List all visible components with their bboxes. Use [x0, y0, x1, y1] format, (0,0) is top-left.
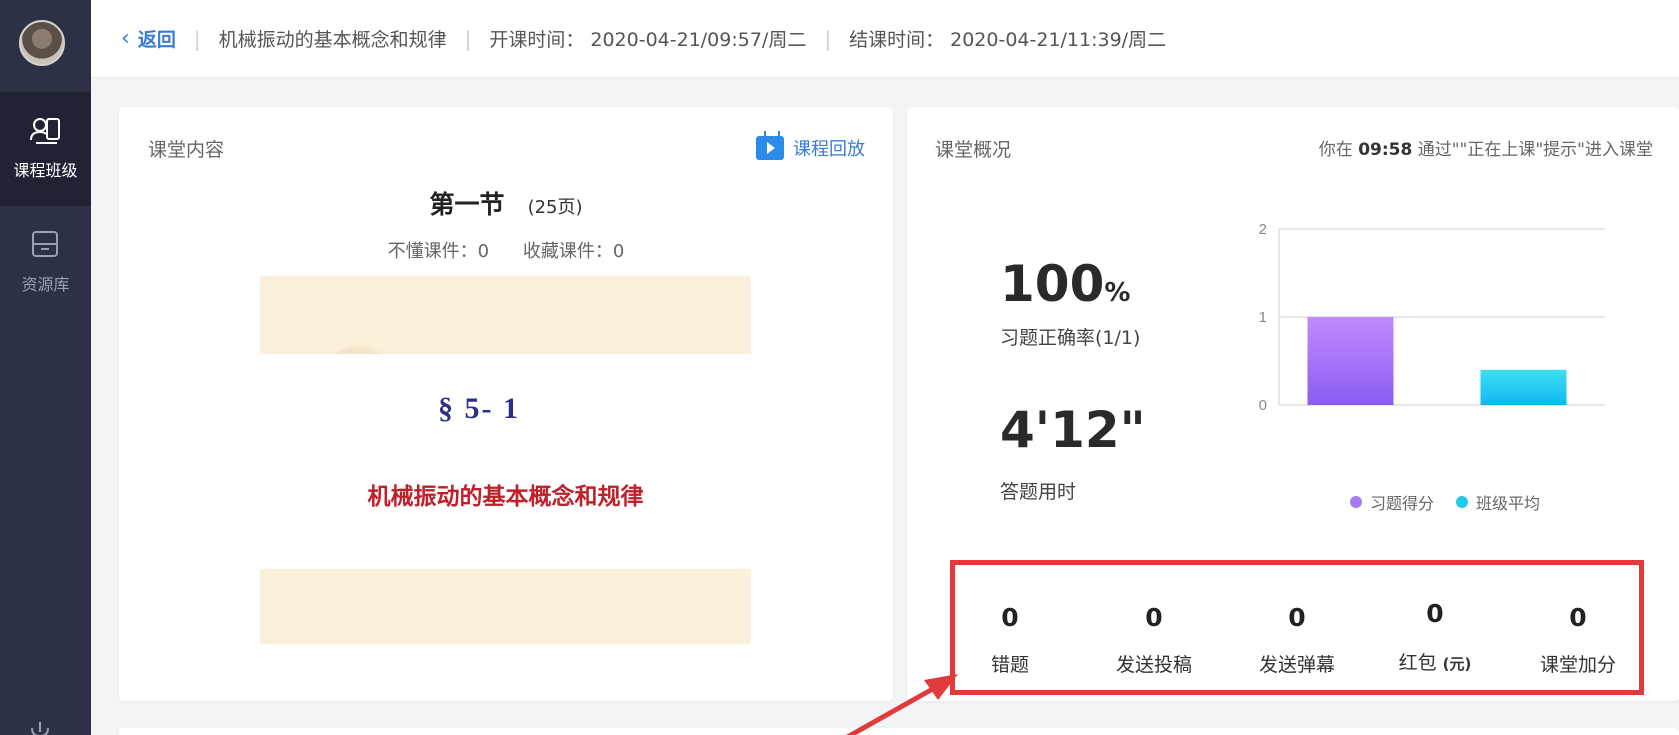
arrival-prefix: 你在 — [1318, 140, 1353, 160]
start-time: 2020-04-21/09:57/周二 — [590, 29, 807, 51]
accuracy-value: 100 — [1000, 255, 1105, 313]
stat-label: 课堂加分 — [1539, 654, 1616, 676]
stat-unit: (元) — [1442, 655, 1472, 673]
arrival-note: 你在 09:58 通过""正在上课"提示"进入课堂 — [1319, 135, 1653, 160]
score-chart: 0 1 2 — [1259, 221, 1605, 414]
stat-bonus-points: 0 课堂加分 — [1513, 603, 1643, 677]
duration-label: 答题用时 — [1000, 481, 1077, 503]
chart-legend: 习题得分 班级平均 — [1350, 490, 1562, 514]
back-label: 返回 — [137, 29, 176, 51]
divider: | — [824, 26, 832, 51]
legend-dot — [1350, 496, 1362, 508]
sidebar: 课程班级 资源库 — [0, 0, 91, 735]
stat-value: 0 — [1426, 599, 1444, 628]
slide-stats: 不懂课件：0 收藏课件：0 — [119, 237, 893, 263]
end-label: 结课时间： — [849, 29, 945, 51]
accuracy-label: 习题正确率(1/1) — [1000, 327, 1141, 349]
card-title: 课堂内容 — [148, 139, 225, 161]
sidebar-item-library[interactable]: 资源库 — [0, 206, 91, 320]
y-tick-label: 0 — [1259, 397, 1267, 414]
class-overview-card: 课堂概况 你在 09:58 通过""正在上课"提示"进入课堂 100% 习题正确… — [907, 107, 1679, 701]
duration-metric: 4'12" 答题用时 — [1000, 405, 1146, 504]
arrival-suffix: 通过""正在上课"提示"进入课堂 — [1417, 140, 1653, 160]
y-tick-label: 1 — [1259, 309, 1267, 326]
section-heading: 第一节 (25页) — [119, 185, 893, 221]
legend-item: 习题得分 — [1350, 490, 1434, 514]
stat-value: 0 — [1001, 603, 1019, 632]
divider: | — [193, 26, 201, 51]
legend-dot — [1456, 496, 1469, 508]
favorited-label: 收藏课件： — [522, 241, 613, 262]
top-header: ‹ 返回 | 机械振动的基本概念和规律 | 开课时间： 2020-04-21/0… — [91, 0, 1679, 78]
back-button[interactable]: ‹ 返回 — [121, 25, 176, 52]
card-title: 课堂概况 — [935, 139, 1012, 161]
stat-label: 发送投稿 — [1115, 654, 1192, 676]
end-time: 2020-04-21/11:39/周二 — [950, 29, 1167, 51]
divider: | — [464, 26, 472, 51]
not-understood-label: 不懂课件： — [387, 241, 478, 262]
stats-highlight-box: 0 错题 0 发送投稿 0 发送弹幕 0 红包 (元) 0 课堂加分 — [950, 560, 1644, 695]
section-name: 第一节 — [429, 190, 505, 219]
favorited-stat: 收藏课件：0 — [523, 241, 624, 262]
not-understood-value: 0 — [477, 241, 490, 262]
tv-icon — [756, 136, 784, 160]
stat-red-packet: 0 红包 (元) — [1370, 599, 1500, 675]
course-title: 机械振动的基本概念和规律 — [218, 29, 447, 51]
arrival-time: 09:58 — [1358, 140, 1413, 160]
sidebar-item-label: 资源库 — [21, 275, 70, 294]
start-label: 开课时间： — [489, 29, 585, 51]
slide-thumbnail[interactable]: § 5- 1 机械振动的基本概念和规律 — [260, 276, 751, 644]
class-icon — [30, 118, 60, 144]
slide-title: 机械振动的基本概念和规律 — [367, 483, 644, 510]
library-icon — [32, 231, 58, 257]
stat-value: 0 — [1288, 603, 1306, 632]
stat-danmaku: 0 发送弹幕 — [1232, 603, 1362, 677]
sidebar-item-label: 课程班级 — [13, 161, 78, 180]
bar-class-average — [1480, 369, 1567, 405]
legend-label: 班级平均 — [1476, 494, 1541, 513]
bar-score — [1307, 317, 1394, 405]
avatar[interactable] — [19, 20, 65, 66]
annotation-arrow — [845, 674, 958, 735]
replay-button[interactable]: 课程回放 — [756, 135, 865, 161]
stat-value: 0 — [1145, 603, 1163, 632]
class-content-card: 课堂内容 课程回放 第一节 (25页) 不懂课件：0 收藏课件：0 § 5- 1… — [119, 107, 893, 701]
chevron-left-icon: ‹ — [121, 26, 130, 51]
favorited-value: 0 — [612, 241, 625, 262]
power-icon[interactable] — [28, 722, 52, 735]
legend-item: 班级平均 — [1456, 490, 1540, 514]
replay-label: 课程回放 — [793, 139, 865, 160]
y-tick-label: 2 — [1259, 221, 1267, 238]
duration-value: 4'12" — [1000, 401, 1146, 459]
not-understood-stat: 不懂课件：0 — [388, 241, 489, 262]
stat-submissions: 0 发送投稿 — [1089, 603, 1219, 677]
slide-number: § 5- 1 — [438, 392, 520, 425]
sidebar-item-classes[interactable]: 课程班级 — [0, 92, 91, 206]
accuracy-metric: 100% 习题正确率(1/1) — [1000, 259, 1140, 350]
stat-label: 发送弹幕 — [1258, 654, 1335, 676]
legend-label: 习题得分 — [1370, 494, 1435, 513]
page-count: (25页) — [527, 197, 583, 218]
stat-value: 0 — [1569, 603, 1587, 632]
slide-body: § 5- 1 机械振动的基本概念和规律 — [260, 354, 751, 569]
stat-label: 红包 — [1398, 652, 1437, 674]
accuracy-unit: % — [1104, 278, 1131, 308]
